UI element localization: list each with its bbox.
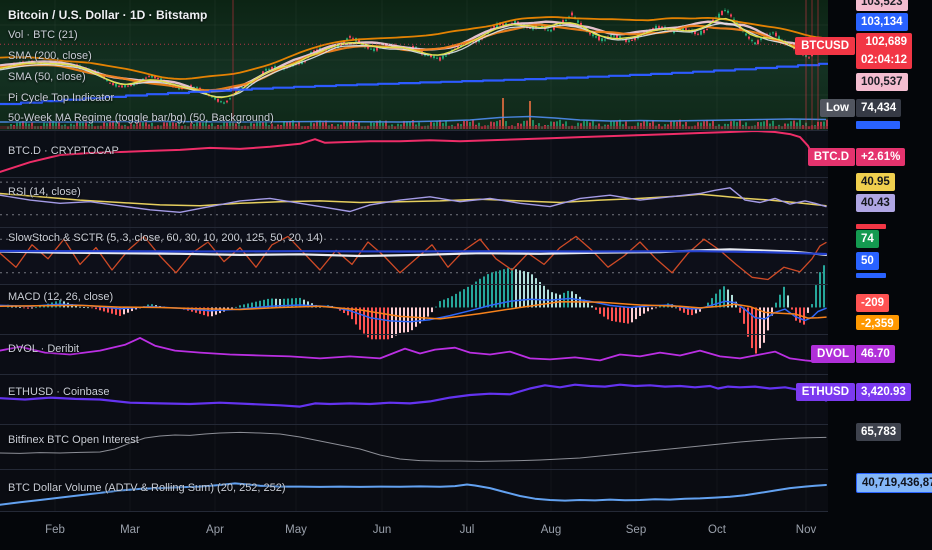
axis-label-pi-lower: 100,537 <box>856 73 908 91</box>
axis-label-session-low: 74,434 <box>856 99 901 117</box>
btcd-change-label: +2.61% <box>856 148 905 166</box>
legend-bitfinex-open-interest[interactable]: Bitfinex BTC Open Interest <box>8 433 139 447</box>
legend-rsi[interactable]: RSI (14, close) <box>8 185 81 199</box>
time-axis-month: Aug <box>541 524 561 536</box>
axis-label-clipped-blue <box>856 121 900 129</box>
bar-countdown: 02:04:12 <box>861 51 907 69</box>
legend-slowstoch-sctr[interactable]: SlowStoch & SCTR (5, 3, close, 60, 30, 1… <box>8 231 323 245</box>
pane-separator[interactable] <box>0 374 932 375</box>
time-axis-month: Feb <box>45 524 65 536</box>
regime-bar-strip <box>0 126 828 129</box>
time-axis-month: Nov <box>796 524 816 536</box>
dvol-tag: DVOL <box>811 345 855 363</box>
btcd-tag: BTC.D <box>808 148 855 166</box>
stoch-value: 74 <box>856 230 879 248</box>
rsi-value: 40.43 <box>856 194 895 212</box>
legend-btc-dollar-volume[interactable]: BTC Dollar Volume (ADTV & Rolling Sum) (… <box>8 481 286 495</box>
time-axis-month: Jul <box>460 524 475 536</box>
legend-ethusd[interactable]: ETHUSD · Coinbase <box>8 385 109 399</box>
legend-dvol[interactable]: DVOL · Deribit <box>8 342 79 356</box>
macd-signal-value: -2,359 <box>856 315 899 330</box>
legend-btc-dominance[interactable]: BTC.D · CRYPTOCAP <box>8 144 119 158</box>
macd-hist-value: -209 <box>856 294 889 312</box>
pane-separator[interactable] <box>0 130 932 131</box>
time-axis-month: Jun <box>373 524 392 536</box>
legend-sma200[interactable]: SMA (200, close) <box>8 49 92 63</box>
last-price-value: 102,689 <box>861 33 907 51</box>
pane-separator[interactable] <box>0 469 932 470</box>
time-axis-month: May <box>285 524 307 536</box>
sctr-value: 50 <box>856 252 879 270</box>
symbol-price-tag: BTCUSD <box>795 37 855 55</box>
pane-separator[interactable] <box>0 334 932 335</box>
symbol-legend[interactable]: Bitcoin / U.S. Dollar · 1D · Bitstamp <box>8 8 207 22</box>
dollar-volume-value: 40,719,436,870 <box>856 473 932 493</box>
time-axis-month: Sep <box>626 524 646 536</box>
pane-separator[interactable] <box>0 284 932 285</box>
ethusd-value: 3,420.93 <box>856 383 911 401</box>
time-axis-month: Mar <box>120 524 140 536</box>
stoch-baseline-sliver <box>856 273 886 278</box>
open-interest-value: 65,783 <box>856 423 901 441</box>
legend-50-week-ma-regime[interactable]: 50-Week MA Regime (toggle bar/bg) (50, B… <box>8 111 274 125</box>
ethusd-tag: ETHUSD <box>796 383 855 401</box>
axis-label-pi-upper: 103,523 <box>856 0 908 11</box>
time-axis[interactable]: Feb Mar Apr May Jun Jul Aug Sep Oct Nov <box>0 512 932 550</box>
pane-separator[interactable] <box>0 227 932 228</box>
pane-separator[interactable] <box>0 177 932 178</box>
dvol-value: 46.70 <box>856 345 895 363</box>
legend-macd[interactable]: MACD (12, 26, close) <box>8 290 113 304</box>
time-axis-month: Oct <box>708 524 726 536</box>
low-tag: Low <box>820 99 855 117</box>
legend-pi-cycle-top[interactable]: Pi Cycle Top Indicator <box>8 91 114 105</box>
price-chart-plot[interactable] <box>0 0 932 512</box>
rsi-smoothed-value: 40.95 <box>856 173 895 191</box>
chart-canvas[interactable]: Bitcoin / U.S. Dollar · 1D · Bitstamp Vo… <box>0 0 932 550</box>
axis-label-blue-line: 103,134 <box>856 13 908 31</box>
stoch-overbought-sliver <box>856 224 886 229</box>
time-axis-month: Apr <box>206 524 224 536</box>
legend-volume-indicator[interactable]: Vol · BTC (21) <box>8 28 78 42</box>
pane-separator[interactable] <box>0 424 932 425</box>
last-price-label: 102,689 02:04:12 <box>856 33 912 69</box>
legend-sma50[interactable]: SMA (50, close) <box>8 70 86 84</box>
